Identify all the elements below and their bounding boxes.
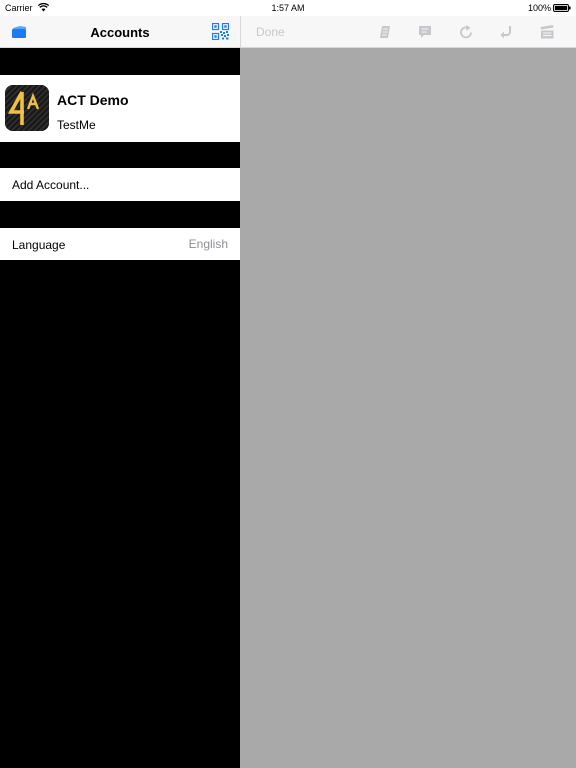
battery-icon	[553, 4, 571, 12]
battery-percent: 100%	[527, 3, 551, 13]
refresh-icon[interactable]	[458, 24, 474, 40]
detail-panel: Done	[240, 16, 576, 768]
account-logo	[5, 85, 49, 131]
accounts-panel: Accounts ACT Demo TestMe Add Account... …	[0, 16, 240, 768]
account-subtitle: TestMe	[57, 118, 96, 132]
done-button[interactable]: Done	[256, 25, 285, 39]
language-label: Language	[12, 238, 66, 252]
add-account-label: Add Account...	[12, 178, 90, 192]
status-bar: Carrier 1:57 AM 100%	[0, 0, 576, 16]
language-value: English	[188, 237, 228, 251]
status-time: 1:57 AM	[271, 3, 305, 13]
chat-icon[interactable]	[417, 24, 433, 40]
accounts-nav-bar: Accounts	[0, 16, 240, 48]
add-account-button[interactable]: Add Account...	[0, 168, 240, 201]
clapperboard-icon[interactable]	[539, 24, 555, 40]
reply-icon[interactable]	[499, 24, 515, 40]
account-row[interactable]: ACT Demo TestMe	[0, 75, 240, 142]
account-name: ACT Demo	[57, 92, 129, 108]
detail-nav-bar: Done	[240, 16, 576, 48]
account-logo-graphic	[5, 85, 49, 131]
language-row[interactable]: Language English	[0, 228, 240, 260]
qr-code-icon[interactable]	[212, 23, 229, 40]
document-icon[interactable]	[377, 24, 393, 40]
page-title: Accounts	[90, 25, 150, 40]
